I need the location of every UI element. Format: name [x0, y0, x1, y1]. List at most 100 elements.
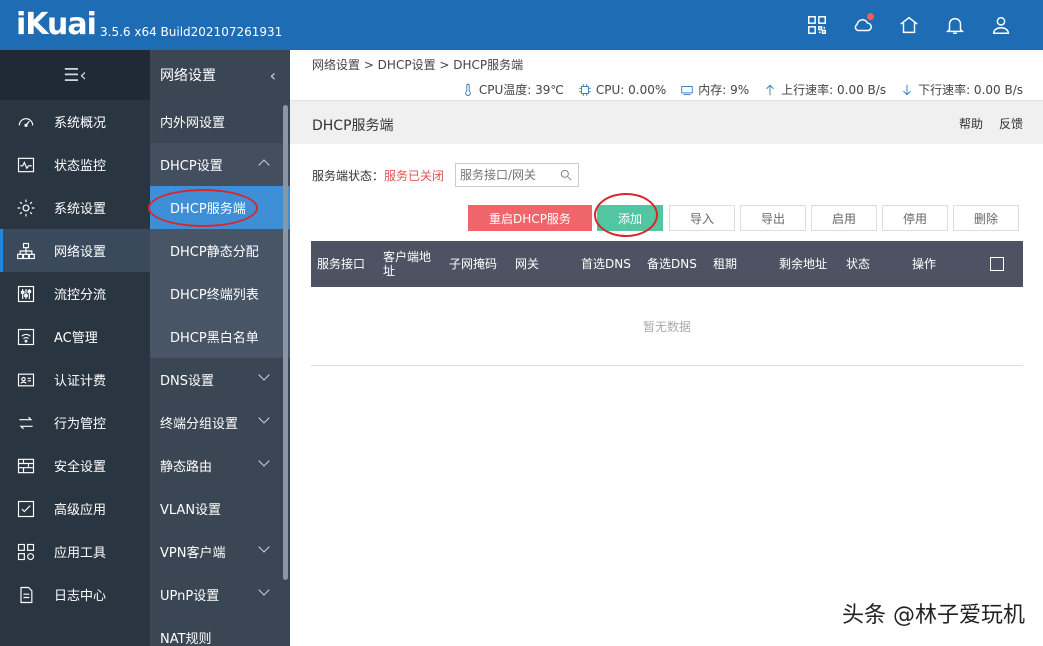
search-box [455, 163, 579, 187]
thermometer-icon [465, 83, 471, 96]
chevron-down-icon [258, 412, 270, 424]
main-content: 网络设置 > DHCP设置 > DHCP服务端 CPU温度: 39℃ CPU: … [290, 50, 1043, 646]
add-button[interactable]: 添加 [597, 205, 663, 231]
sub-item-vlan[interactable]: VLAN设置 [150, 487, 290, 530]
arrows-icon [14, 411, 38, 435]
empty-state: 暂无数据 [642, 320, 691, 334]
server-status-value: 服务已关闭 [384, 169, 445, 183]
sub-item-vpn-client[interactable]: VPN客户端 [150, 530, 290, 573]
download-stat: 下行速率: 0.00 B/s [900, 81, 1023, 98]
apps-icon [14, 540, 38, 564]
panel-header: DHCP服务端 帮助 反馈 [290, 100, 1043, 144]
column-header[interactable]: 子网掩码 [449, 241, 509, 287]
logo: iKuai [16, 7, 97, 42]
chip-icon [579, 83, 591, 96]
version-text: 3.5.6 x64 Build202107261931 [100, 25, 283, 39]
top-bar: iKuai 3.5.6 x64 Build202107261931 [0, 0, 1043, 50]
column-header[interactable]: 状态 [846, 241, 896, 287]
nav-item-monitor[interactable]: 状态监控 [0, 143, 150, 186]
sub-nav-scrollbar[interactable] [283, 105, 288, 580]
sub-nav: 网络设置 ‹ 内外网设置 DHCP设置 DHCP服务端 DHCP静态分配 DHC… [150, 50, 290, 646]
firewall-icon [14, 454, 38, 478]
import-button[interactable]: 导入 [669, 205, 735, 231]
chevron-up-icon [258, 159, 270, 171]
check-icon [14, 497, 38, 521]
gear-icon [14, 196, 38, 220]
select-all-checkbox[interactable] [990, 257, 1004, 271]
qrcode-icon[interactable] [805, 13, 829, 37]
column-header[interactable]: 客户端地址 [383, 241, 439, 287]
server-status: 服务端状态：服务已关闭 [312, 167, 444, 184]
search-icon[interactable] [559, 168, 573, 182]
column-header[interactable]: 租期 [713, 241, 763, 287]
server-status-label: 服务端状态： [312, 169, 385, 183]
sub-item-lan-wan[interactable]: 内外网设置 [150, 100, 290, 143]
nav-item-overview[interactable]: 系统概况 [0, 100, 150, 143]
chevron-down-icon [258, 584, 270, 596]
sub-item-upnp[interactable]: UPnP设置 [150, 573, 290, 616]
nav-toggle-button[interactable]: ☰‹ [0, 50, 150, 100]
user-icon[interactable] [989, 13, 1013, 37]
sub-item-dns[interactable]: DNS设置 [150, 358, 290, 401]
header-icons [805, 13, 1013, 37]
memory-icon [681, 85, 693, 95]
collapse-caret-icon[interactable]: ‹ [270, 66, 276, 85]
sub-nav-title: 网络设置 ‹ [160, 66, 276, 85]
arrow-down-icon [903, 84, 911, 95]
sub-item-static-route[interactable]: 静态路由 [150, 444, 290, 487]
sub-item-dhcp-clients[interactable]: DHCP终端列表 [150, 272, 290, 315]
nav-item-security[interactable]: 安全设置 [0, 444, 150, 487]
chevron-down-icon [258, 369, 270, 381]
panel-title: DHCP服务端 [312, 118, 394, 134]
panel-links: 帮助 反馈 [959, 115, 1023, 132]
table-divider [311, 365, 1023, 366]
column-header[interactable]: 服务接口 [317, 241, 377, 287]
system-status-bar: CPU温度: 39℃ CPU: 0.00% 内存: 9% 上行速率: 0.00 … [461, 81, 1023, 98]
home-icon[interactable] [897, 13, 921, 37]
column-header[interactable]: 首选DNS [581, 241, 643, 287]
breadcrumb: 网络设置 > DHCP设置 > DHCP服务端 [312, 58, 524, 72]
sub-item-dhcp-static[interactable]: DHCP静态分配 [150, 229, 290, 272]
notification-dot [867, 13, 874, 20]
enable-button[interactable]: 启用 [811, 205, 877, 231]
nav-item-auth[interactable]: 认证计费 [0, 358, 150, 401]
nav-item-network[interactable]: 网络设置 [0, 229, 150, 272]
watermark: 头条 @林子爱玩机 [842, 603, 1025, 628]
column-header[interactable]: 备选DNS [647, 241, 709, 287]
nav-item-tools[interactable]: 应用工具 [0, 530, 150, 573]
document-icon [14, 583, 38, 607]
feedback-link[interactable]: 反馈 [999, 115, 1023, 132]
nav-item-logs[interactable]: 日志中心 [0, 573, 150, 616]
nav-item-advanced[interactable]: 高级应用 [0, 487, 150, 530]
nav-item-flow[interactable]: 流控分流 [0, 272, 150, 315]
nav-item-system[interactable]: 系统设置 [0, 186, 150, 229]
column-header[interactable]: 网关 [515, 241, 565, 287]
upload-stat: 上行速率: 0.00 B/s [763, 81, 886, 98]
arrow-up-icon [766, 84, 774, 95]
sub-item-nat[interactable]: NAT规则 [150, 616, 290, 646]
id-card-icon [14, 368, 38, 392]
delete-button[interactable]: 删除 [953, 205, 1019, 231]
table-header: 服务接口 客户端地址 子网掩码 网关 首选DNS 备选DNS 租期 剩余地址 状… [311, 241, 1023, 287]
bell-icon[interactable] [943, 13, 967, 37]
sub-item-dhcp-server[interactable]: DHCP服务端 [150, 186, 290, 229]
sub-item-dhcp[interactable]: DHCP设置 [150, 143, 290, 186]
sub-item-dhcp-acl[interactable]: DHCP黑白名单 [150, 315, 290, 358]
cpu-stat: CPU: 0.00% [578, 83, 666, 97]
help-link[interactable]: 帮助 [959, 115, 983, 132]
disable-button[interactable]: 停用 [882, 205, 948, 231]
search-input[interactable] [456, 164, 556, 186]
chevron-down-icon [258, 541, 270, 553]
column-header[interactable]: 剩余地址 [779, 241, 839, 287]
main-nav: ☰‹ 系统概况 状态监控 系统设置 网络设置 流控分流 AC管理 认证计费 行为… [0, 50, 150, 646]
dashboard-icon [14, 110, 38, 134]
nav-item-ac[interactable]: AC管理 [0, 315, 150, 358]
sub-item-terminal-groups[interactable]: 终端分组设置 [150, 401, 290, 444]
nav-item-behavior[interactable]: 行为管控 [0, 401, 150, 444]
chevron-down-icon [258, 455, 270, 467]
column-header[interactable]: 操作 [912, 241, 962, 287]
restart-dhcp-button[interactable]: 重启DHCP服务 [468, 205, 592, 231]
cloud-icon[interactable] [851, 13, 875, 37]
export-button[interactable]: 导出 [740, 205, 806, 231]
monitor-icon [14, 153, 38, 177]
